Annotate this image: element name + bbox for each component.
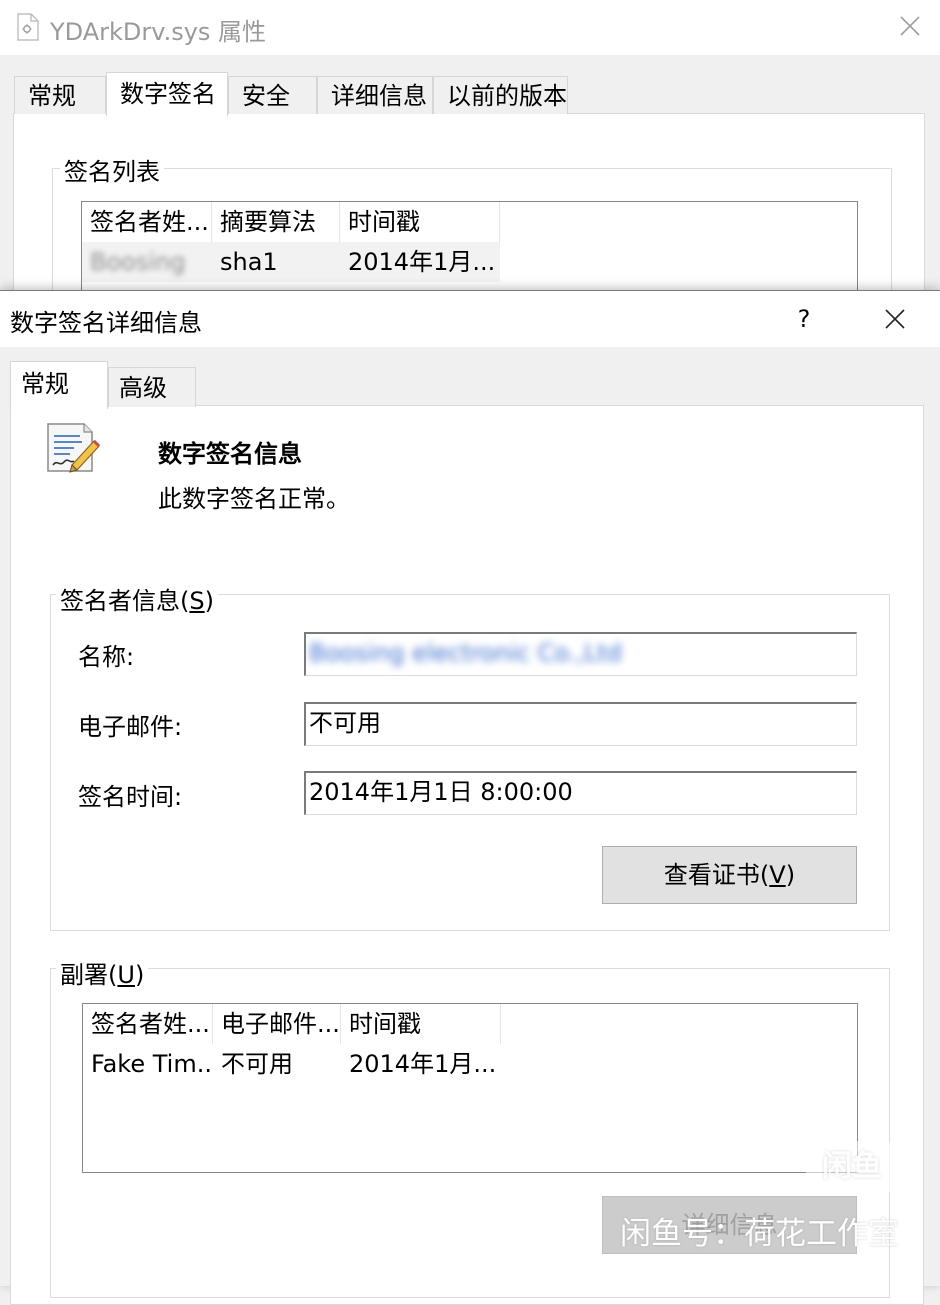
properties-window: YDArkDrv.sys 属性 常规 数字签名 安全 详细信息 以前的版本 签名… — [0, 0, 940, 313]
properties-titlebar: YDArkDrv.sys 属性 — [0, 0, 940, 55]
countersig-label-text: 副署( — [60, 961, 118, 989]
name-value: Boosing electronic Co.,Ltd — [309, 639, 622, 667]
tab-general[interactable]: 常规 — [10, 361, 108, 409]
row-timestamp: 2014年1月... — [348, 248, 496, 276]
countersig-label-end: ) — [134, 961, 145, 989]
close-icon — [900, 16, 920, 36]
close-icon — [885, 309, 905, 329]
view-cert-end: ) — [785, 861, 796, 889]
properties-close-button[interactable] — [890, 8, 930, 44]
signing-time-field[interactable]: 2014年1月1日 8:00:00 — [304, 771, 857, 815]
column-header-signer[interactable]: 签名者姓... — [82, 202, 212, 242]
table-row[interactable]: Fake Tim... 不可用 2014年1月... — [83, 1044, 501, 1084]
properties-window-title: YDArkDrv.sys 属性 — [50, 18, 267, 46]
row-signer: Fake Tim... — [91, 1050, 213, 1078]
tab-advanced[interactable]: 高级 — [108, 367, 196, 407]
dialog-close-button[interactable] — [872, 297, 918, 341]
signing-time-label: 签名时间: — [78, 783, 183, 811]
dialog-title: 数字签名详细信息 — [10, 309, 202, 337]
countersig-accesskey: U — [117, 961, 135, 989]
tab-general[interactable]: 常规 — [14, 76, 106, 114]
signature-status-text: 此数字签名正常。 — [158, 485, 350, 513]
tab-previous-versions[interactable]: 以前的版本 — [433, 76, 568, 114]
row-digest: sha1 — [220, 248, 278, 276]
name-field[interactable]: Boosing electronic Co.,Ltd — [304, 632, 857, 676]
xianyu-logo: 闲鱼 — [806, 1141, 898, 1193]
tab-digital-signatures[interactable]: 数字签名 — [106, 72, 228, 116]
column-header-digest[interactable]: 摘要算法 — [212, 202, 340, 242]
view-certificate-button[interactable]: 查看证书(V) — [602, 846, 857, 904]
signer-info-accesskey: S — [189, 587, 205, 615]
row-signer: Boosing — [90, 248, 186, 276]
table-row[interactable]: Boosing sha1 2014年1月... — [82, 242, 500, 282]
column-header-timestamp[interactable]: 时间戳 — [340, 202, 500, 242]
signature-details-dialog: 数字签名详细信息 ? 常规 高级 数字签名信息 此数字签名正常。 签名者信息(S… — [0, 290, 940, 1305]
row-email: 不可用 — [221, 1050, 293, 1078]
name-label: 名称: — [78, 643, 135, 671]
column-header-signer[interactable]: 签名者姓... — [83, 1004, 213, 1044]
countersignature-list[interactable]: 签名者姓... 电子邮件... 时间戳 Fake Tim... 不可用 2014… — [82, 1003, 858, 1173]
signature-list-label: 签名列表 — [60, 152, 164, 187]
signer-info-label-end: ) — [204, 587, 214, 615]
countersignatures-label: 副署(U) — [56, 955, 149, 990]
email-label: 电子邮件: — [78, 713, 183, 741]
column-header-email[interactable]: 电子邮件... — [213, 1004, 341, 1044]
signature-info-heading: 数字签名信息 — [158, 440, 302, 468]
dialog-titlebar: 数字签名详细信息 ? — [0, 291, 940, 347]
signer-info-label: 签名者信息(S) — [56, 581, 218, 616]
watermark-text: 闲鱼号：荷花工作室 — [620, 1216, 899, 1252]
column-header-timestamp[interactable]: 时间戳 — [341, 1004, 501, 1044]
tab-security[interactable]: 安全 — [228, 76, 317, 114]
row-timestamp: 2014年1月... — [349, 1050, 497, 1078]
help-button[interactable]: ? — [782, 297, 826, 341]
view-cert-text: 查看证书( — [663, 861, 770, 889]
file-icon — [17, 13, 39, 41]
view-cert-accesskey: V — [769, 861, 786, 889]
tab-details[interactable]: 详细信息 — [317, 76, 433, 114]
email-field[interactable]: 不可用 — [304, 702, 857, 746]
signer-info-label-text: 签名者信息( — [60, 587, 190, 615]
certificate-pen-icon — [47, 423, 101, 473]
